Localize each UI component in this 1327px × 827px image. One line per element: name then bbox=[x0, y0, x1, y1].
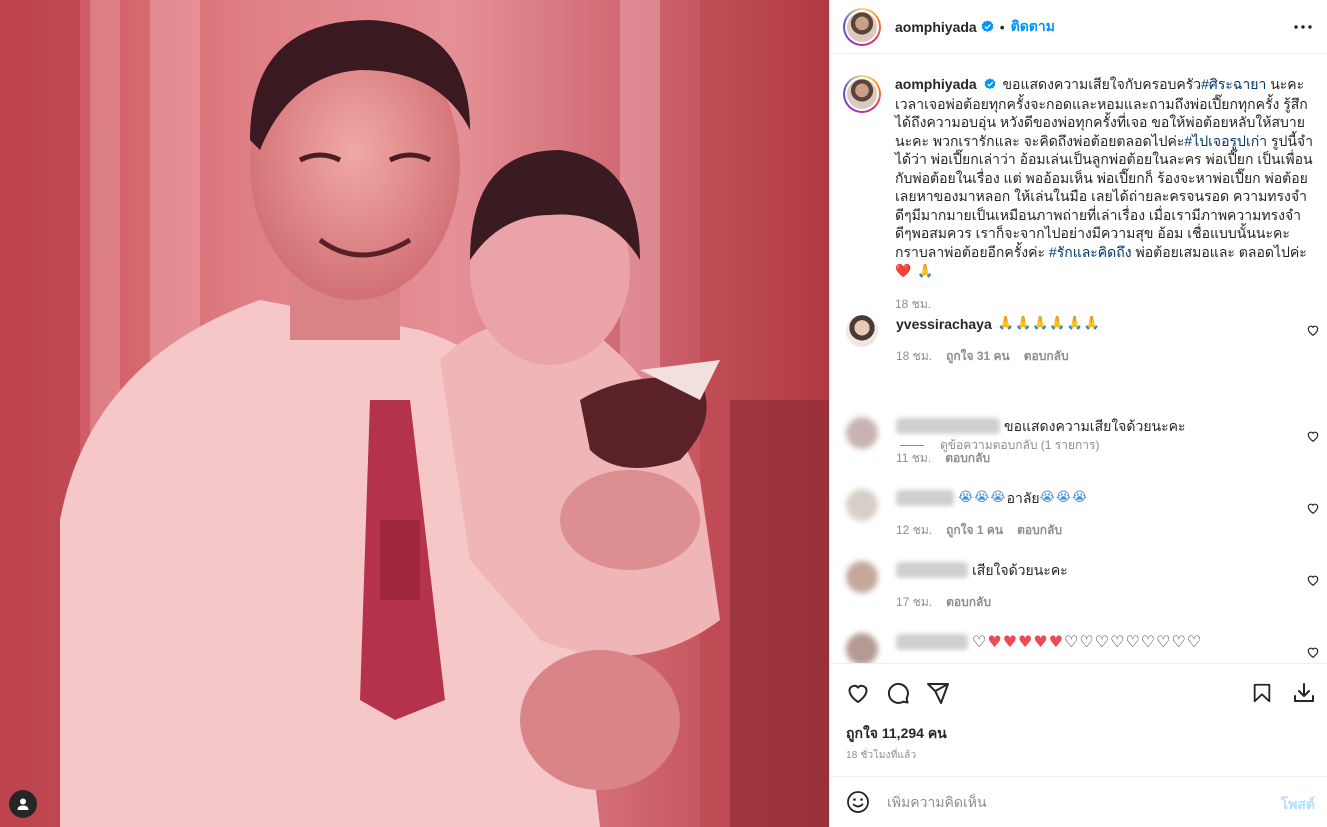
likes-count[interactable]: ถูกใจ 11,294 คน bbox=[846, 723, 947, 745]
author-avatar[interactable] bbox=[843, 7, 881, 46]
author-username[interactable]: aomphiyada bbox=[895, 19, 977, 35]
commenter-avatar[interactable] bbox=[846, 633, 878, 663]
comment-icon[interactable] bbox=[886, 681, 910, 705]
caption-emoji: ❤️ 🙏 bbox=[895, 264, 935, 279]
caption-username[interactable]: aomphiyada bbox=[895, 76, 977, 92]
comment-heart-icon[interactable] bbox=[1306, 429, 1320, 443]
blurred-username bbox=[896, 418, 1000, 434]
download-icon[interactable] bbox=[1292, 681, 1316, 705]
comment-time[interactable]: 18 ชม. bbox=[896, 347, 932, 366]
post-age[interactable]: 18 ชั่วโมงที่แล้ว bbox=[846, 748, 916, 763]
comment-heart-icon[interactable] bbox=[1306, 501, 1320, 515]
comment-emoji: ♥♥♥♥♥ bbox=[987, 632, 1065, 651]
commenter-username[interactable]: yvessirachaya bbox=[896, 315, 992, 333]
post-comment-button[interactable]: โพสต์ bbox=[1281, 794, 1315, 816]
comment-time[interactable]: 11 ชม. bbox=[896, 449, 931, 468]
comment-text: เสียใจด้วยนะคะ bbox=[972, 562, 1068, 578]
more-options-icon[interactable] bbox=[1292, 16, 1314, 38]
commenter-avatar[interactable] bbox=[846, 417, 878, 449]
comments-list[interactable]: aomphiyada ขอแสดงความเสียใจกับครอบครัว#ศ… bbox=[830, 55, 1327, 663]
comment-text: 🙏🙏🙏🙏🙏🙏 bbox=[997, 316, 1101, 331]
comment-input[interactable] bbox=[887, 794, 1247, 810]
blurred-username bbox=[896, 634, 968, 650]
commenter-avatar[interactable] bbox=[846, 561, 878, 593]
caption-avatar[interactable] bbox=[843, 75, 881, 113]
add-comment-bar: โพสต์ bbox=[830, 776, 1327, 827]
share-icon[interactable] bbox=[926, 681, 950, 705]
follow-button[interactable]: ติดตาม bbox=[1011, 16, 1055, 38]
blurred-username bbox=[896, 562, 968, 578]
comment-item: yvessirachaya 🙏🙏🙏🙏🙏🙏 18 ชม. ถูกใจ 31 คน … bbox=[846, 315, 1319, 366]
comment-emoji: 😭😭😭 bbox=[1039, 490, 1089, 505]
comment-emoji: 😭😭😭 bbox=[958, 490, 1007, 505]
post-photo[interactable] bbox=[0, 0, 829, 827]
heart-icon[interactable] bbox=[846, 681, 870, 705]
comment-likes[interactable]: ถูกใจ 1 คน bbox=[946, 521, 1003, 540]
photo-illustration bbox=[0, 0, 829, 827]
emoji-icon[interactable] bbox=[846, 790, 870, 814]
comment-item: เสียใจด้วยนะคะ 17 ชม. ตอบกลับ bbox=[846, 561, 1319, 612]
verified-badge-icon bbox=[981, 20, 994, 33]
caption: aomphiyada ขอแสดงความเสียใจกับครอบครัว#ศ… bbox=[843, 75, 1323, 314]
verified-badge-icon bbox=[984, 76, 996, 95]
user-tag-icon bbox=[17, 798, 29, 810]
post-header: aomphiyada • ติดตาม bbox=[830, 0, 1327, 54]
comment-text: อาลัย bbox=[1006, 490, 1040, 506]
comment-emoji: ♡♡♡♡♡♡♡♡♡ bbox=[1064, 632, 1203, 651]
commenter-avatar[interactable] bbox=[846, 489, 878, 521]
comment-text: ขอแสดงความเสียใจด้วยนะคะ bbox=[1004, 418, 1186, 434]
comment-item: ♡ ♥♥♥♥♥ ♡♡♡♡♡♡♡♡♡ bbox=[846, 632, 1319, 663]
comment-time[interactable]: 12 ชม. bbox=[896, 521, 932, 540]
caption-part: พ่อต้อยเสมอและ ตลอดไปค่ะ bbox=[1131, 243, 1307, 260]
comment-heart-icon[interactable] bbox=[1306, 645, 1320, 659]
caption-time: 18 ชม. bbox=[895, 296, 932, 311]
comment-item: 😭😭😭 อาลัย 😭😭😭 12 ชม. ถูกใจ 1 คน ตอบกลับ bbox=[846, 489, 1319, 540]
caption-part: ขอแสดงความเสียใจกับครอบครัว bbox=[1002, 76, 1202, 92]
save-icon[interactable] bbox=[1250, 681, 1274, 705]
comment-emoji: ♡ bbox=[972, 632, 988, 651]
comment-likes[interactable]: ถูกใจ 31 คน bbox=[946, 347, 1010, 366]
hashtag-link[interactable]: #รักและคิดถึง bbox=[1049, 244, 1132, 260]
hashtag-link[interactable]: #ศิระฉายา bbox=[1201, 76, 1266, 92]
reply-button[interactable]: ตอบกลับ bbox=[1017, 521, 1062, 540]
comment-heart-icon[interactable] bbox=[1306, 323, 1320, 337]
reply-button[interactable]: ตอบกลับ bbox=[945, 449, 990, 468]
comment-heart-icon[interactable] bbox=[1306, 573, 1320, 587]
comment-time[interactable]: 17 ชม. bbox=[896, 593, 932, 612]
post-actions: ถูกใจ 11,294 คน 18 ชั่วโมงที่แล้ว bbox=[830, 663, 1327, 776]
blurred-username bbox=[896, 490, 954, 506]
post-side-panel: aomphiyada • ติดตาม aomphiyada ขอแสดงควา… bbox=[829, 0, 1327, 827]
commenter-avatar[interactable] bbox=[846, 315, 878, 347]
hashtag-link[interactable]: #ไปเจอรูปเก่า bbox=[1184, 133, 1267, 149]
reply-button[interactable]: ตอบกลับ bbox=[946, 593, 991, 612]
caption-text: aomphiyada ขอแสดงความเสียใจกับครอบครัว#ศ… bbox=[895, 75, 1315, 282]
comment-item: ขอแสดงความเสียใจด้วยนะคะ 11 ชม. ตอบกลับ bbox=[846, 417, 1319, 468]
header-separator: • bbox=[999, 18, 1005, 35]
caption-part: รูปนี้จำได้ว่า พ่อเปี๊ยกเล่าว่า อ้อมเล่น… bbox=[895, 132, 1313, 260]
reply-button[interactable]: ตอบกลับ bbox=[1024, 347, 1069, 366]
user-tag-button[interactable] bbox=[9, 790, 37, 818]
